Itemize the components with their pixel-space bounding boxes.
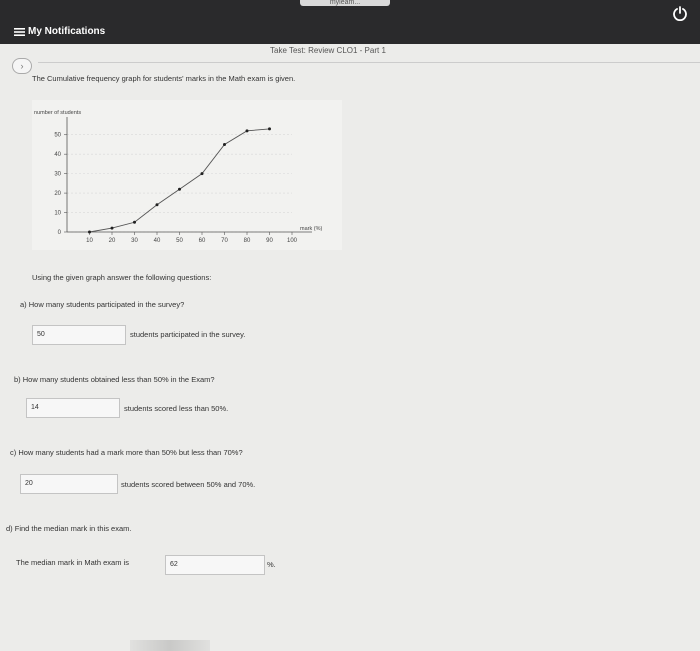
x-tick-label: 70	[221, 238, 228, 244]
collapse-button[interactable]: ›	[12, 58, 32, 74]
x-tick-label: 20	[109, 238, 116, 244]
answer-c-suffix: students scored between 50% and 70%.	[121, 480, 256, 489]
data-point	[268, 127, 271, 131]
x-tick-label: 30	[131, 238, 138, 244]
power-icon[interactable]	[672, 5, 688, 21]
data-point	[178, 187, 181, 191]
x-tick-label: 80	[244, 238, 251, 244]
chevron-right-icon: ›	[20, 61, 24, 71]
data-point	[223, 142, 226, 146]
instructions-text: Using the given graph answer the followi…	[32, 273, 212, 282]
answer-b-suffix: students scored less than 50%.	[124, 404, 229, 413]
answer-d-suffix: %.	[267, 560, 276, 569]
question-a-label: a) How many students participated in the…	[20, 300, 185, 309]
data-point	[155, 203, 159, 207]
x-tick-label: 40	[154, 238, 161, 244]
data-point	[133, 220, 136, 224]
data-point	[88, 230, 91, 234]
x-tick-label: 90	[266, 238, 273, 244]
y-tick-label: 50	[54, 133, 61, 139]
chart-svg: 0 10 20 30 40 50 10 20 30 40 50 60 70 80 90 100 number o…	[34, 110, 322, 244]
answer-d-prefix: The median mark in Math exam is	[16, 558, 129, 567]
y-axis-label: number of students	[34, 110, 81, 116]
answer-a-input[interactable]: 50	[32, 325, 126, 345]
url-bar[interactable]: myleam...	[300, 0, 390, 6]
app-title-label: My Notifications	[28, 26, 106, 37]
data-point	[245, 129, 249, 133]
data-point	[110, 226, 114, 230]
y-tick-label: 0	[58, 230, 62, 236]
y-tick-label: 40	[54, 152, 61, 158]
bottom-edge-shadow	[130, 640, 210, 651]
answer-d-input[interactable]: 62	[165, 555, 265, 575]
question-d-label: d) Find the median mark in this exam.	[6, 524, 132, 533]
question-b-label: b) How many students obtained less than …	[14, 375, 215, 384]
question-c-label: c) How many students had a mark more tha…	[10, 448, 243, 457]
breadcrumb: Take Test: Review CLO1 - Part 1	[270, 46, 386, 55]
cumulative-frequency-chart: 0 10 20 30 40 50 10 20 30 40 50 60 70 80 90 100 number o…	[32, 100, 342, 250]
x-axis-label: mark (%)	[300, 226, 322, 232]
answer-b-input[interactable]: 14	[26, 398, 120, 418]
browser-top-bar: myleam... My Notifications	[0, 0, 700, 44]
question-intro: The Cumulative frequency graph for stude…	[32, 74, 296, 83]
data-point	[200, 172, 204, 176]
app-title[interactable]: My Notifications	[14, 26, 105, 37]
divider	[38, 62, 700, 63]
answer-c-input[interactable]: 20	[20, 474, 118, 494]
y-tick-label: 30	[54, 172, 61, 178]
y-tick-label: 20	[54, 191, 61, 197]
x-tick-label: 100	[287, 238, 298, 244]
menu-icon[interactable]	[14, 27, 25, 37]
series-line	[89, 128, 270, 233]
y-tick-label: 10	[54, 211, 61, 217]
x-tick-label: 50	[176, 238, 183, 244]
x-tick-label: 60	[199, 238, 206, 244]
x-tick-label: 10	[86, 238, 93, 244]
answer-a-suffix: students participated in the survey.	[130, 330, 246, 339]
